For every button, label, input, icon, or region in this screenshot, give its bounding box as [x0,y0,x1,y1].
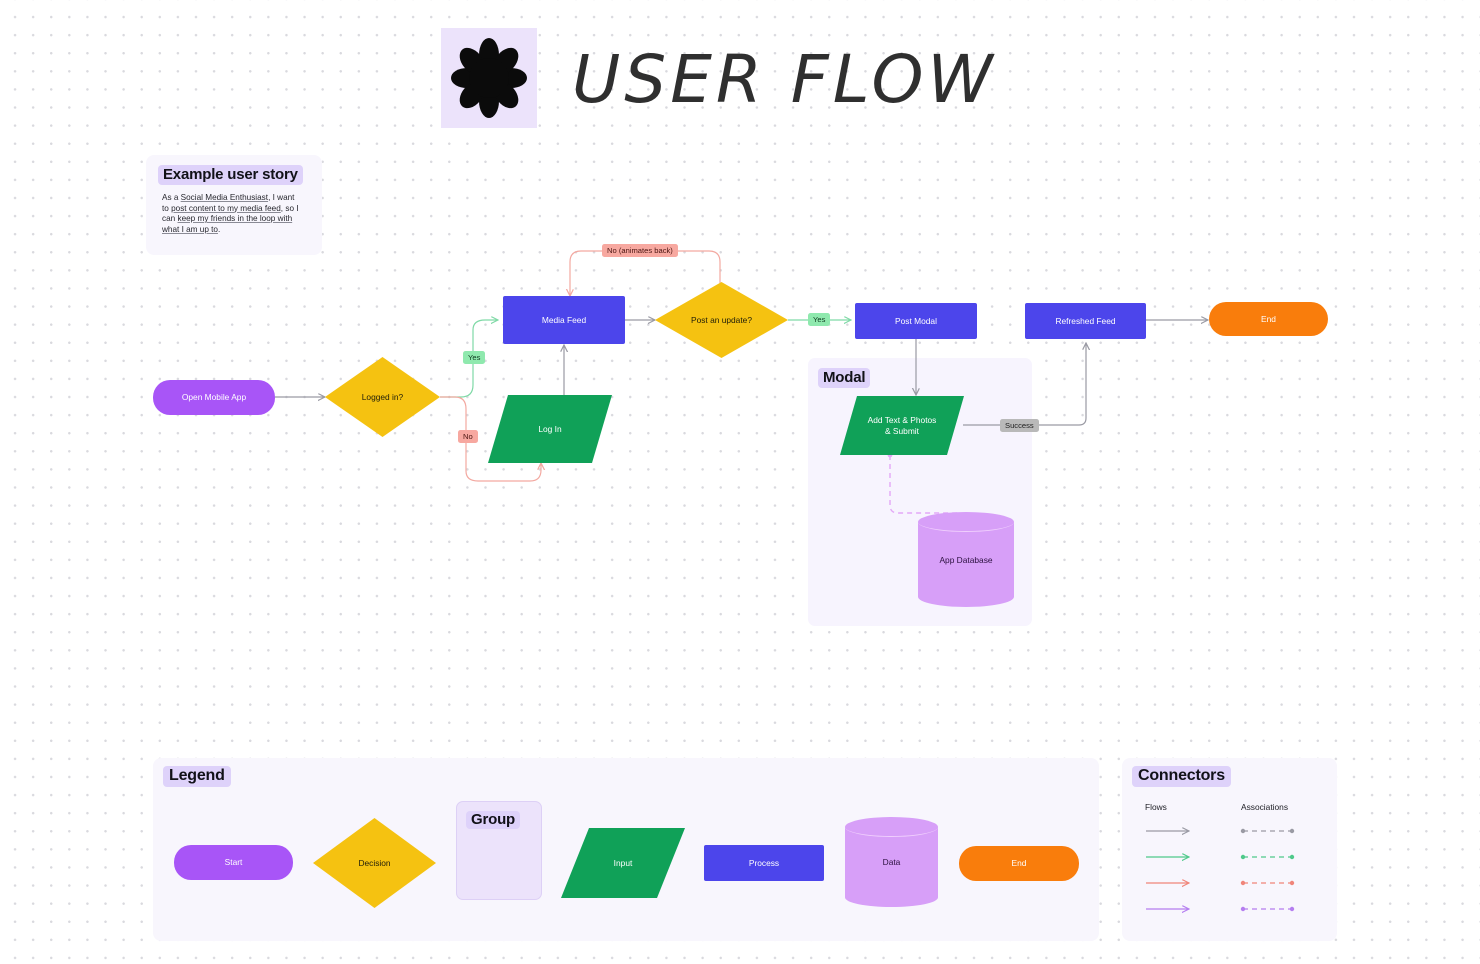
node-logged-in[interactable]: Logged in? [325,357,440,437]
node-post-modal[interactable]: Post Modal [855,303,977,339]
story-line1-suffix: , I want [268,193,295,202]
node-label: Post Modal [895,315,937,326]
node-label: Logged in? [361,391,404,402]
node-add-text-photos-submit[interactable]: Add Text & Photos & Submit [840,396,964,455]
modal-group-title: Modal [818,368,871,388]
legend-item-label: Decision [358,857,391,868]
story-line4-suffix: . [217,224,221,234]
legend-item-label: Process [748,857,780,868]
node-label: Open Mobile App [181,392,247,402]
story-line3-emph: keep my friends in the loop with [177,214,293,224]
legend-item-decision: Decision [313,818,436,908]
user-story-title: Example user story [158,165,303,185]
legend-item-data: Data [845,817,938,907]
node-label: Media Feed [541,314,587,325]
node-label: Add Text & Photos & Submit [867,414,937,436]
node-log-in[interactable]: Log In [488,395,612,463]
edge-label-no-animates-back: No (animates back) [602,244,678,257]
connectors-title: Connectors [1132,766,1231,787]
node-label: Post an update? [690,314,752,325]
story-line1-prefix: As a [162,193,181,202]
node-media-feed[interactable]: Media Feed [503,296,625,344]
edge-label-no-logged-in: No [458,430,478,443]
user-story-card: Example user story As a Social Media Ent… [146,155,322,255]
flowchart-canvas: USER FLOW Example user story As a Social… [0,0,1480,964]
page-title: USER FLOW [572,41,997,118]
legend-item-input: Input [561,828,685,898]
legend-item-process: Process [704,845,824,881]
story-line1-emph: Social Media Enthusiast [180,193,269,202]
story-line4-emph: what I am up to [162,224,218,234]
node-label: Log In [538,423,562,434]
connectors-col-flows: Flows [1145,802,1167,812]
flower-asterisk-icon [441,28,537,128]
node-post-an-update[interactable]: Post an update? [655,282,788,358]
node-label: App Database [939,554,993,565]
legend-item-label: End [1011,858,1027,868]
user-story-body: As a Social Media Enthusiast, I want to … [162,193,302,235]
node-app-database[interactable]: App Database [918,512,1014,607]
node-end[interactable]: End [1209,302,1328,336]
connectors-col-associations: Associations [1241,802,1289,812]
story-line2-emph: post content to my media feed [171,203,281,213]
story-line2-prefix: to [162,203,172,213]
legend-title: Legend [163,766,231,787]
node-open-mobile-app[interactable]: Open Mobile App [153,380,275,415]
edge-label-yes-post-update: Yes [808,313,831,326]
legend-item-label: Input [613,857,633,868]
legend-item-start: Start [174,845,293,880]
legend-item-label: Start [224,857,243,867]
node-label: End [1261,313,1276,324]
legend-item-label-group: Group [466,811,520,829]
edge-label-success: Success [1000,419,1039,432]
legend-item-label: Data [882,857,901,867]
story-line2-suffix: , so [280,203,294,213]
node-label: Refreshed Feed [1055,315,1116,326]
node-refreshed-feed[interactable]: Refreshed Feed [1025,303,1146,339]
legend-item-end: End [959,846,1079,881]
edge-label-yes-logged-in: Yes [463,351,486,364]
